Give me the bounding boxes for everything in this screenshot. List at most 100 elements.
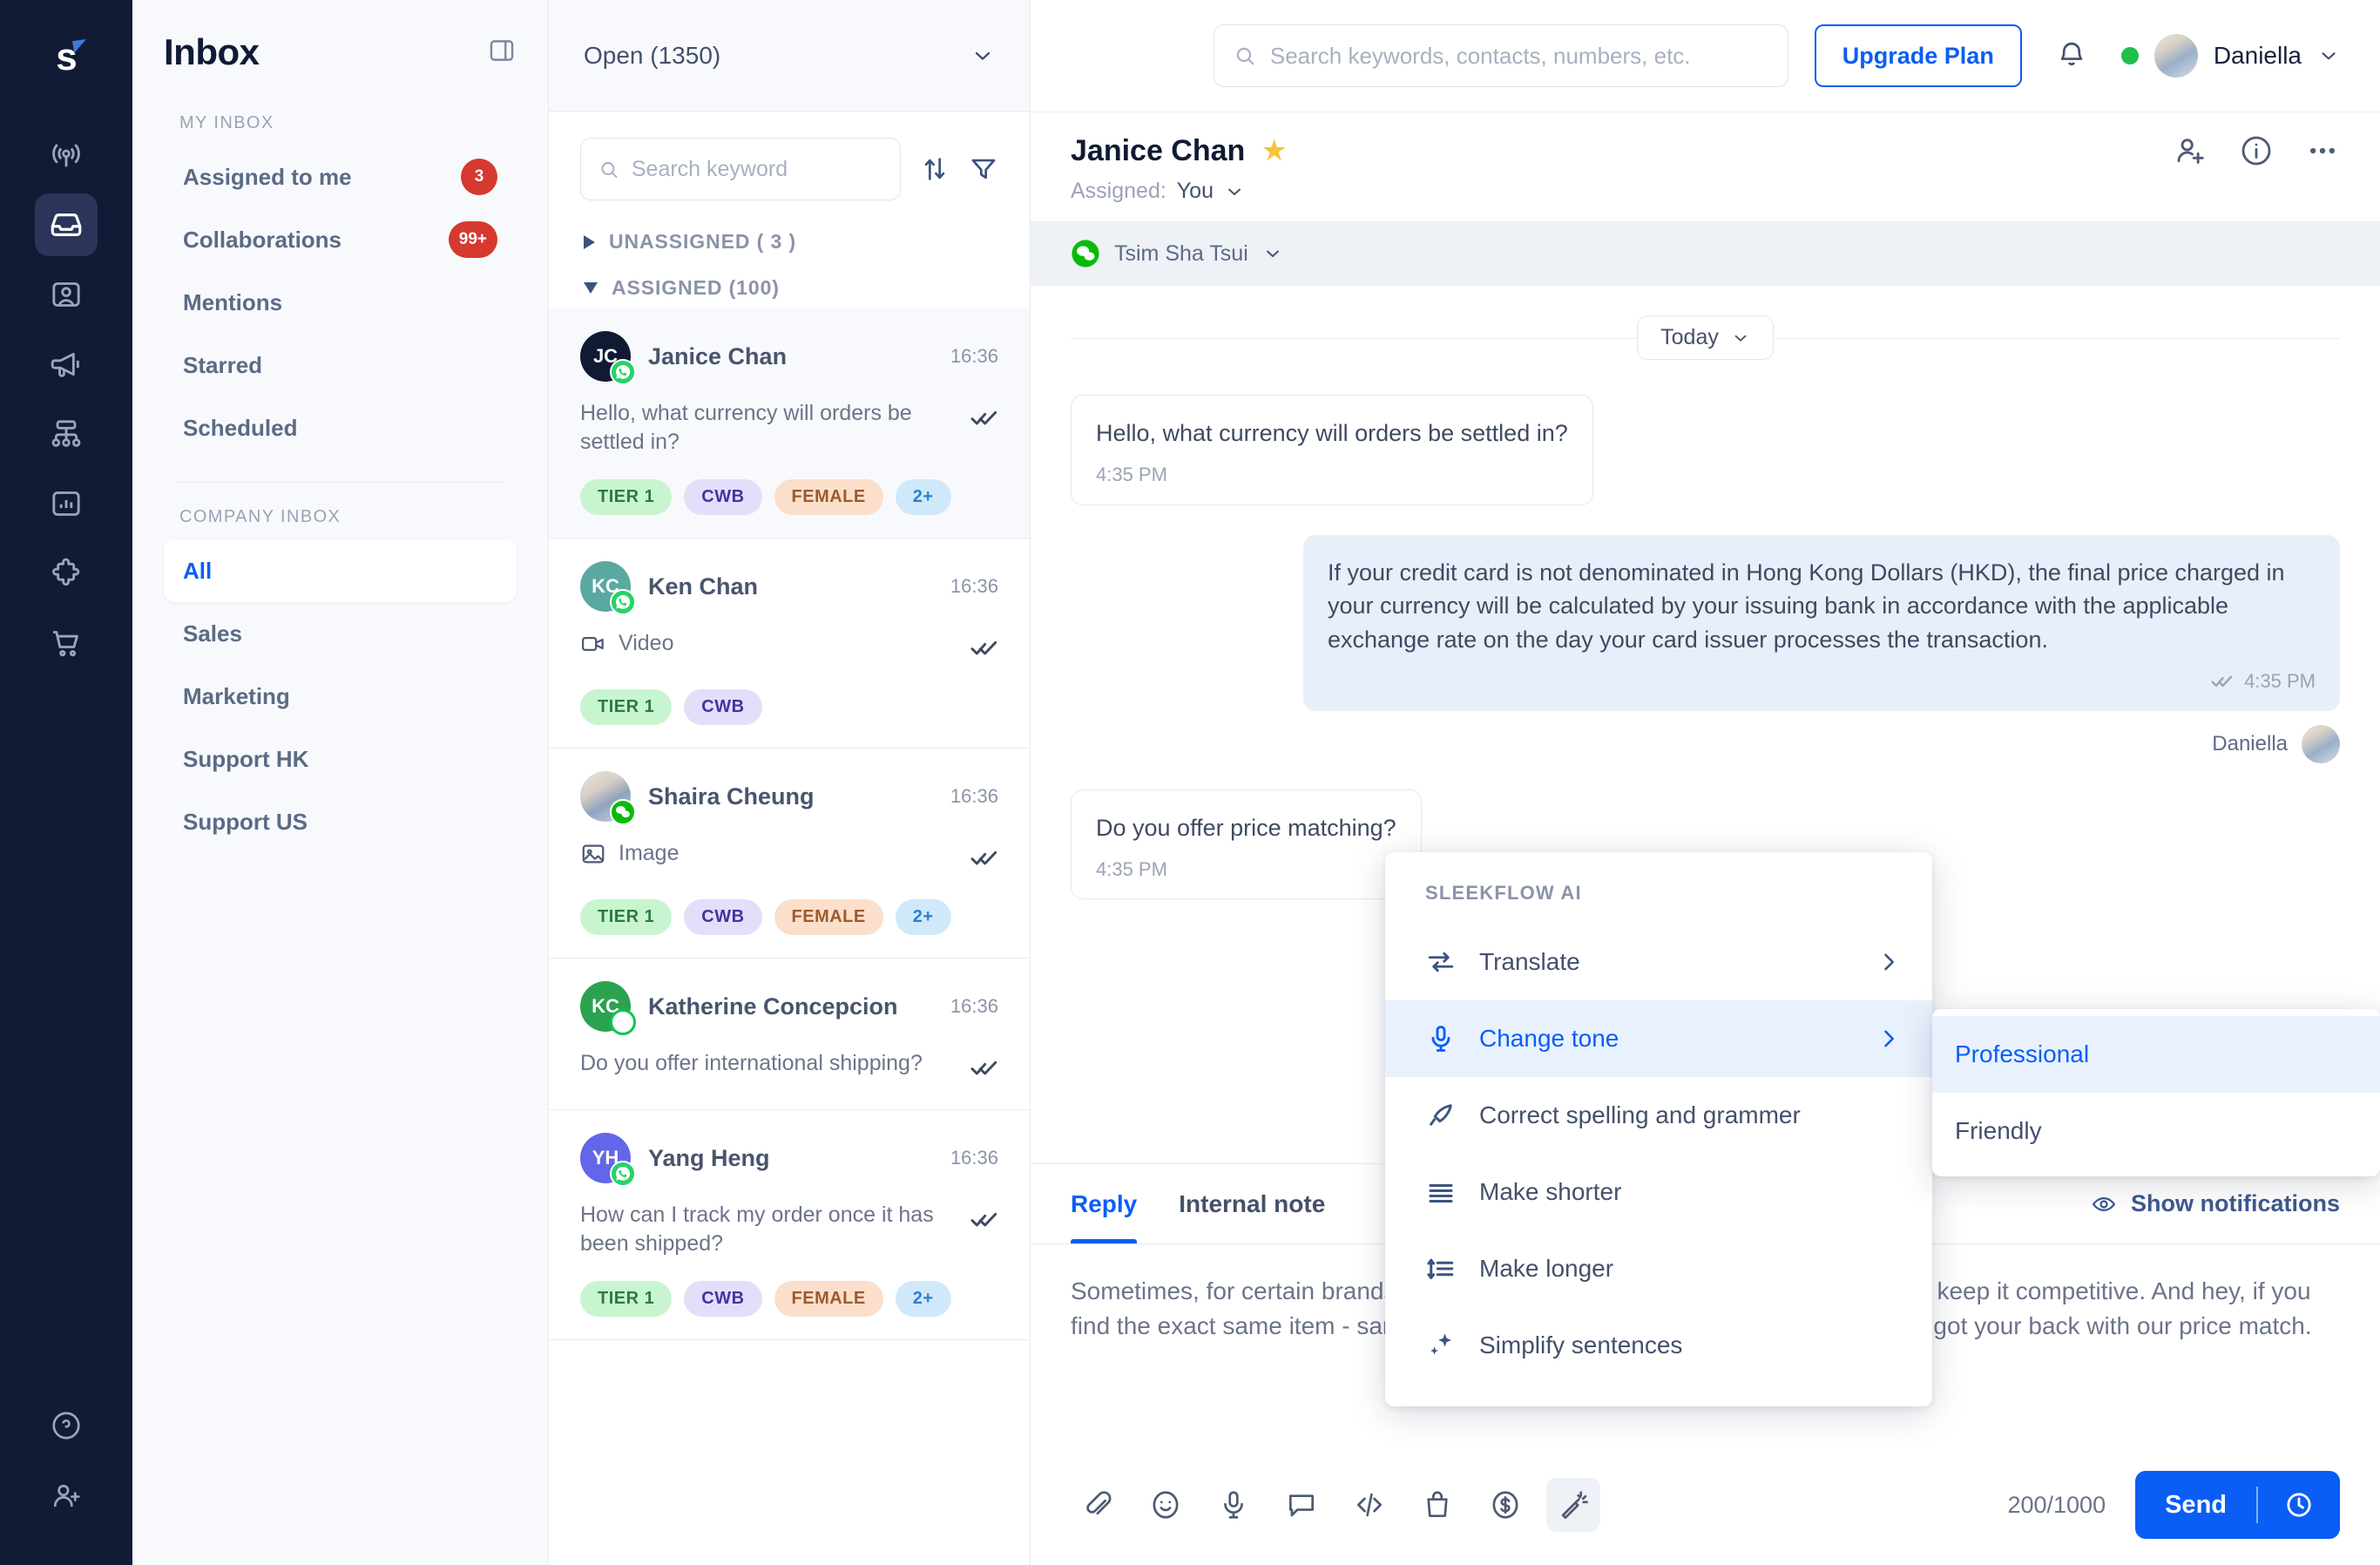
rail-item-contacts[interactable] xyxy=(35,263,98,326)
app-logo[interactable]: s xyxy=(33,24,99,91)
conversation-info-button[interactable] xyxy=(2239,133,2274,173)
conversation-item[interactable]: KC Ken Chan 16:36 Video xyxy=(549,539,1030,749)
whatsapp-channel-icon xyxy=(610,359,636,385)
ai-tone-option-professional[interactable]: Professional xyxy=(1932,1016,2380,1093)
ai-tone-option-friendly[interactable]: Friendly xyxy=(1932,1093,2380,1169)
ai-menu-item-simplify-sentences[interactable]: Simplify sentences xyxy=(1385,1307,1932,1384)
more-horizontal-icon xyxy=(2305,133,2340,168)
global-search-box[interactable] xyxy=(1214,24,1788,87)
sidebar-item-sales[interactable]: Sales xyxy=(164,602,517,665)
read-receipt-icon xyxy=(970,404,998,437)
ai-menu-item-change-tone[interactable]: Change tone xyxy=(1385,1000,1932,1077)
conversation-list: Open (1350) xyxy=(549,0,1031,1565)
conversation-group-unassigned[interactable]: UNASSIGNED ( 3 ) xyxy=(549,216,1030,262)
ai-menu-item-make-longer[interactable]: Make longer xyxy=(1385,1230,1932,1307)
image-icon xyxy=(580,841,606,867)
channel-label: Tsim Sha Tsui xyxy=(1114,241,1248,267)
upgrade-plan-button[interactable]: Upgrade Plan xyxy=(1815,24,2022,87)
conversation-group-assigned[interactable]: ASSIGNED (100) xyxy=(549,262,1030,308)
more-options-button[interactable] xyxy=(2305,133,2340,173)
schedule-send-button[interactable] xyxy=(2258,1490,2340,1520)
emoji-button[interactable] xyxy=(1139,1478,1193,1532)
message-bubble-incoming[interactable]: Do you offer price matching? 4:35 PM xyxy=(1071,789,1422,900)
ai-menu-item-translate[interactable]: Translate xyxy=(1385,924,1932,1000)
chat-header: Janice Chan ★ Assigned: You xyxy=(1031,112,2380,221)
collapse-sidebar-button[interactable] xyxy=(487,36,517,70)
rail-item-commerce[interactable] xyxy=(35,612,98,674)
tab-reply[interactable]: Reply xyxy=(1071,1164,1137,1243)
filter-button[interactable] xyxy=(969,154,998,184)
conversation-item[interactable]: KC Katherine Concepcion 16:36 Do you off… xyxy=(549,959,1030,1110)
message-text: If your credit card is not denominated i… xyxy=(1328,556,2316,658)
rail-item-flow-builder[interactable] xyxy=(35,403,98,465)
sidebar-item-assigned-to-me[interactable]: Assigned to me 3 xyxy=(164,146,517,208)
channel-selector[interactable]: Tsim Sha Tsui xyxy=(1031,221,2380,286)
read-receipt-icon xyxy=(970,1206,998,1238)
ai-assistant-button[interactable] xyxy=(1546,1478,1600,1532)
quick-reply-icon xyxy=(1285,1488,1318,1521)
global-search-input[interactable] xyxy=(1270,43,1768,70)
info-icon xyxy=(2239,133,2274,168)
message-bubble-incoming[interactable]: Hello, what currency will orders be sett… xyxy=(1071,395,1593,505)
ai-menu-item-label: Translate xyxy=(1479,948,1854,976)
conversation-status-filter[interactable]: Open (1350) xyxy=(549,0,1030,112)
status-badge: 3 xyxy=(461,159,497,195)
broadcast-icon xyxy=(49,138,84,173)
emoji-icon xyxy=(1149,1488,1182,1521)
sort-button[interactable] xyxy=(920,154,950,184)
rail-item-inbox[interactable] xyxy=(35,193,98,256)
assignee-selector[interactable]: Assigned: You xyxy=(1071,179,1288,204)
message-bubble-outgoing[interactable]: If your credit card is not denominated i… xyxy=(1303,535,2340,711)
conversation-header: JC Janice Chan 16:36 xyxy=(580,331,998,382)
shop-button[interactable] xyxy=(1410,1478,1464,1532)
conversation-time: 16:36 xyxy=(950,785,998,808)
rail-item-integrations[interactable] xyxy=(35,542,98,605)
ai-menu-item-make-shorter[interactable]: Make shorter xyxy=(1385,1154,1932,1230)
conversation-item[interactable]: YH Yang Heng 16:36 How can I track my or… xyxy=(549,1110,1030,1340)
conversation-search-box[interactable] xyxy=(580,138,901,200)
sidebar-item-mentions[interactable]: Mentions xyxy=(164,271,517,334)
sidebar-item-starred[interactable]: Starred xyxy=(164,334,517,396)
tag-more[interactable]: 2+ xyxy=(896,899,951,935)
ai-menu-item-label: Correct spelling and grammer xyxy=(1479,1101,1901,1129)
voice-message-button[interactable] xyxy=(1207,1478,1261,1532)
star-icon[interactable]: ★ xyxy=(1261,133,1287,168)
send-button[interactable]: Send xyxy=(2135,1471,2340,1539)
filter-icon xyxy=(969,154,998,184)
sidebar-item-scheduled[interactable]: Scheduled xyxy=(164,396,517,459)
conversation-item[interactable]: Shaira Cheung 16:36 Image TIER 1 xyxy=(549,749,1030,959)
payment-button[interactable] xyxy=(1478,1478,1532,1532)
user-menu[interactable]: Daniella xyxy=(2121,34,2340,78)
date-pill[interactable]: Today xyxy=(1637,315,1774,360)
rail-item-invite-user[interactable] xyxy=(35,1464,98,1527)
conversation-time: 16:36 xyxy=(950,575,998,598)
rail-item-help[interactable] xyxy=(35,1394,98,1457)
add-collaborator-button[interactable] xyxy=(2173,133,2208,173)
quick-reply-button[interactable] xyxy=(1275,1478,1329,1532)
avatar xyxy=(580,771,631,822)
tag-more[interactable]: 2+ xyxy=(896,479,951,515)
read-receipt-icon xyxy=(2211,670,2234,693)
contact-name: Janice Chan xyxy=(1071,134,1245,168)
conversation-header: KC Ken Chan 16:36 xyxy=(580,561,998,612)
tag-more[interactable]: 2+ xyxy=(896,1281,951,1317)
sidebar-item-all[interactable]: All xyxy=(164,539,517,602)
rail-item-campaign[interactable] xyxy=(35,333,98,396)
conversation-item[interactable]: JC Janice Chan 16:36 Hello, what currenc… xyxy=(549,308,1030,539)
rail-item-broadcast[interactable] xyxy=(35,124,98,186)
ai-menu-item-correct-spelling[interactable]: Correct spelling and grammer xyxy=(1385,1077,1932,1154)
conversation-preview: Image xyxy=(619,839,679,868)
attachment-button[interactable] xyxy=(1071,1478,1125,1532)
sidebar-item-support-us[interactable]: Support US xyxy=(164,790,517,853)
sidebar-item-marketing[interactable]: Marketing xyxy=(164,665,517,728)
rail-item-analytics[interactable] xyxy=(35,472,98,535)
notifications-button[interactable] xyxy=(2055,37,2088,75)
tab-internal-note[interactable]: Internal note xyxy=(1179,1164,1325,1243)
analytics-icon xyxy=(49,486,84,521)
show-notifications-button[interactable]: Show notifications xyxy=(2091,1190,2340,1217)
sidebar-item-support-hk[interactable]: Support HK xyxy=(164,728,517,790)
flow-builder-icon xyxy=(49,417,84,451)
sidebar-item-collaborations[interactable]: Collaborations 99+ xyxy=(164,208,517,271)
conversation-search-input[interactable] xyxy=(632,157,882,182)
code-snippet-button[interactable] xyxy=(1342,1478,1396,1532)
